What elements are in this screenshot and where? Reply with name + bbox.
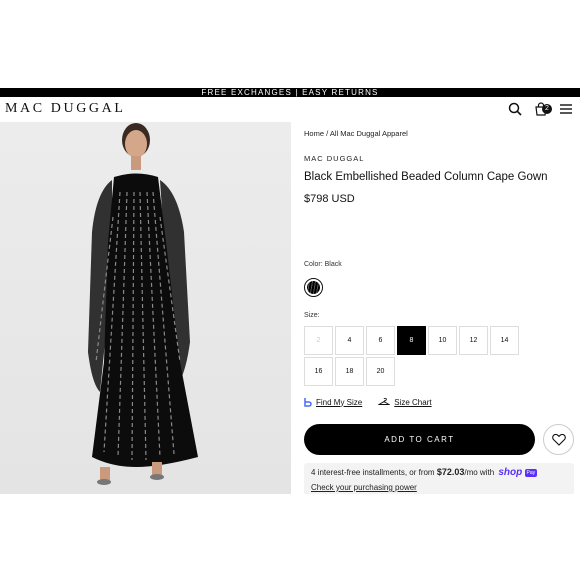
gown-illustration bbox=[88, 123, 198, 485]
size-chart-label: Size Chart bbox=[394, 397, 432, 407]
color-swatch-black[interactable] bbox=[304, 278, 323, 297]
brand-logo[interactable]: MAC DUGGAL bbox=[5, 101, 126, 117]
promo-bar: FREE EXCHANGES | EASY RETURNS bbox=[0, 88, 580, 97]
installments-suffix: /mo with bbox=[464, 468, 497, 477]
color-label: Color: Black bbox=[304, 261, 342, 268]
site-header: MAC DUGGAL 2 bbox=[0, 97, 580, 121]
size-selector: 2 4 6 8 10 12 14 16 18 20 bbox=[304, 326, 549, 386]
size-chart-link[interactable]: Size Chart bbox=[378, 397, 432, 407]
find-my-size-link[interactable]: Find My Size bbox=[304, 397, 362, 407]
product-brand: MAC DUGGAL bbox=[304, 154, 365, 163]
page-frame: FREE EXCHANGES | EASY RETURNS MAC DUGGAL… bbox=[0, 88, 580, 494]
size-option[interactable]: 18 bbox=[335, 357, 364, 386]
size-option[interactable]: 10 bbox=[428, 326, 457, 355]
product-price: $798 USD bbox=[304, 193, 355, 205]
product-title: Black Embellished Beaded Column Cape Gow… bbox=[304, 171, 548, 183]
product-image[interactable] bbox=[0, 122, 291, 494]
find-my-size-label: Find My Size bbox=[316, 397, 363, 407]
installment-amount: $72.03 bbox=[436, 467, 465, 477]
installments-prefix: 4 interest-free installments, or from bbox=[311, 468, 437, 477]
bold-metrics-icon bbox=[304, 398, 312, 407]
size-option[interactable]: 20 bbox=[366, 357, 395, 386]
shop-pay-badge: Pay bbox=[524, 468, 538, 477]
installments-text: 4 interest-free installments, or from $7… bbox=[311, 467, 538, 478]
cart-count-badge: 2 bbox=[542, 104, 552, 114]
size-helpers: Find My Size Size Chart bbox=[304, 397, 432, 407]
shop-pay-logo: shop bbox=[498, 467, 523, 478]
size-option: 2 bbox=[304, 326, 333, 355]
cart-icon[interactable]: 2 bbox=[533, 101, 552, 117]
breadcrumb[interactable]: Home / All Mac Duggal Apparel bbox=[304, 129, 408, 138]
size-option[interactable]: 14 bbox=[490, 326, 519, 355]
purchasing-power-link[interactable]: Check your purchasing power bbox=[311, 483, 417, 492]
swatch-fill bbox=[307, 281, 320, 294]
size-option[interactable]: 12 bbox=[459, 326, 488, 355]
search-icon[interactable] bbox=[507, 101, 523, 117]
size-option[interactable]: 8 bbox=[397, 326, 426, 355]
size-option[interactable]: 16 bbox=[304, 357, 333, 386]
installments-box: 4 interest-free installments, or from $7… bbox=[304, 463, 574, 494]
wishlist-button[interactable] bbox=[543, 424, 574, 455]
size-option[interactable]: 6 bbox=[366, 326, 395, 355]
menu-icon[interactable] bbox=[558, 101, 574, 117]
hanger-icon bbox=[378, 398, 391, 405]
size-option[interactable]: 4 bbox=[335, 326, 364, 355]
add-to-cart-button[interactable]: ADD TO CART bbox=[304, 424, 535, 455]
heart-icon bbox=[551, 433, 566, 446]
size-label: Size: bbox=[304, 312, 320, 319]
